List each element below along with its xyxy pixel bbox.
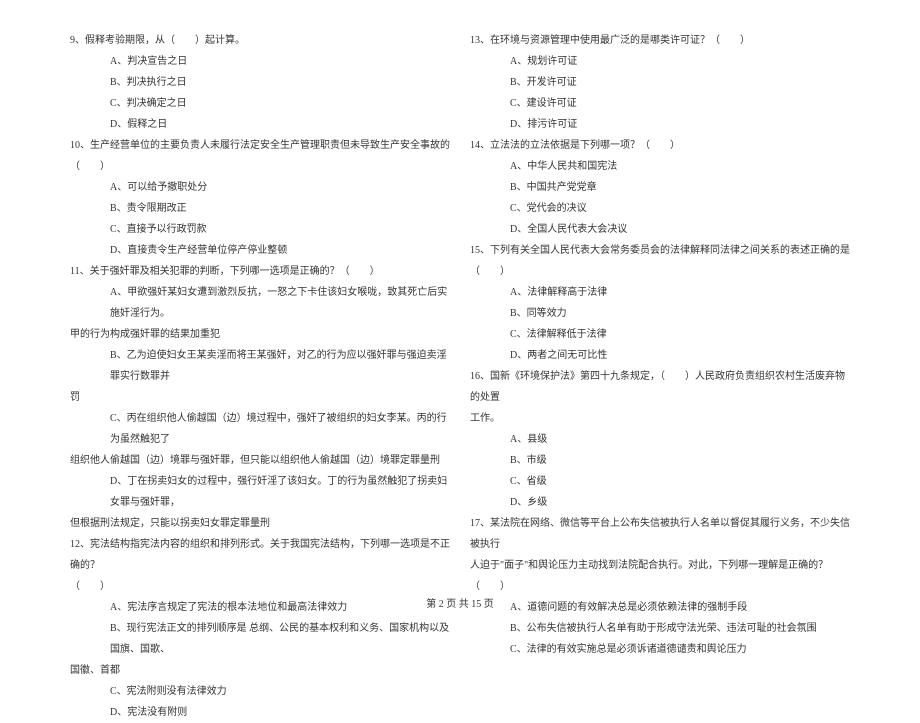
- q12-opt-a: A、宪法序言规定了宪法的根本法地位和最高法律效力: [70, 597, 450, 618]
- q11-opt-b: B、乙为迫使妇女王某卖淫而将王某强奸，对乙的行为应以强奸罪与强迫卖淫罪实行数罪并: [70, 345, 450, 387]
- q11-opt-c-cont: 组织他人偷越国（边）境罪与强奸罪，但只能以组织他人偷越国（边）境罪定罪量刑: [70, 450, 450, 471]
- right-column: 13、在环境与资源管理中使用最广泛的是哪类许可证？（ ） A、规划许可证 B、开…: [460, 30, 860, 570]
- q12-opt-c: C、宪法附则没有法律效力: [70, 681, 450, 702]
- q9-opt-c: C、判决确定之日: [70, 93, 450, 114]
- q16-opt-b: B、市级: [470, 450, 850, 471]
- page-content: 9、假释考验期限，从（ ）起计算。 A、判决宣告之日 B、判决执行之日 C、判决…: [0, 0, 920, 590]
- q9-opt-a: A、判决宣告之日: [70, 51, 450, 72]
- q17-opt-a: A、道德问题的有效解决总是必须依赖法律的强制手段: [470, 597, 850, 618]
- q13-opt-c: C、建设许可证: [470, 93, 850, 114]
- q11-opt-b-cont: 罚: [70, 387, 450, 408]
- q14-opt-c: C、党代会的决议: [470, 198, 850, 219]
- q12: 12、宪法结构指宪法内容的组织和排列形式。关于我国宪法结构，下列哪一选项是不正确…: [70, 534, 450, 576]
- q17: 17、某法院在网络、微信等平台上公布失信被执行人名单以督促其履行义务，不少失信被…: [470, 513, 850, 555]
- q13-opt-a: A、规划许可证: [470, 51, 850, 72]
- q11-opt-c: C、丙在组织他人偷越国（边）境过程中，强奸了被组织的妇女李某。丙的行为虽然触犯了: [70, 408, 450, 450]
- q16-cont: 工作。: [470, 408, 850, 429]
- q15-opt-c: C、法律解释低于法律: [470, 324, 850, 345]
- q10-opt-d: D、直接责令生产经营单位停产停业整顿: [70, 240, 450, 261]
- q15-opt-a: A、法律解释高于法律: [470, 282, 850, 303]
- q16: 16、国新《环境保护法》第四十九条规定，（ ）人民政府负责组织农村生活废弃物的处…: [470, 366, 850, 408]
- q17-cont: 人迫于"面子"和舆论压力主动找到法院配合执行。对此，下列哪一理解是正确的？（ ）: [470, 555, 850, 597]
- q12-opt-d: D、宪法没有附则: [70, 702, 450, 723]
- q16-opt-a: A、县级: [470, 429, 850, 450]
- q16-opt-c: C、省级: [470, 471, 850, 492]
- q14-opt-d: D、全国人民代表大会决议: [470, 219, 850, 240]
- q13-opt-d: D、排污许可证: [470, 114, 850, 135]
- left-column: 9、假释考验期限，从（ ）起计算。 A、判决宣告之日 B、判决执行之日 C、判决…: [60, 30, 460, 570]
- q11-opt-a: A、甲欲强奸某妇女遭到激烈反抗，一怒之下卡住该妇女喉咙，致其死亡后实施奸淫行为。: [70, 282, 450, 324]
- q14-opt-a: A、中华人民共和国宪法: [470, 156, 850, 177]
- q10-opt-a: A、可以给予撤职处分: [70, 177, 450, 198]
- q11-opt-a-cont: 甲的行为构成强奸罪的结果加重犯: [70, 324, 450, 345]
- q14-opt-b: B、中国共产党党章: [470, 177, 850, 198]
- q10-opt-c: C、直接予以行政罚款: [70, 219, 450, 240]
- q16-opt-d: D、乡级: [470, 492, 850, 513]
- q15: 15、下列有关全国人民代表大会常务委员会的法律解释同法律之间关系的表述正确的是（…: [470, 240, 850, 282]
- q13-opt-b: B、开发许可证: [470, 72, 850, 93]
- q10-opt-b: B、责令限期改正: [70, 198, 450, 219]
- q11-opt-d: D、丁在拐卖妇女的过程中，强行奸淫了该妇女。丁的行为虽然触犯了拐卖妇女罪与强奸罪…: [70, 471, 450, 513]
- q14: 14、立法法的立法依据是下列哪一项？（ ）: [470, 135, 850, 156]
- q11: 11、关于强奸罪及相关犯罪的判断，下列哪一选项是正确的？（ ）: [70, 261, 450, 282]
- q15-opt-d: D、两者之间无可比性: [470, 345, 850, 366]
- q13: 13、在环境与资源管理中使用最广泛的是哪类许可证？（ ）: [470, 30, 850, 51]
- q12-opt-b-cont: 国徽、首都: [70, 660, 450, 681]
- q9: 9、假释考验期限，从（ ）起计算。: [70, 30, 450, 51]
- q9-opt-b: B、判决执行之日: [70, 72, 450, 93]
- q15-opt-b: B、同等效力: [470, 303, 850, 324]
- q10: 10、生产经营单位的主要负责人未履行法定安全生产管理职责但未导致生产安全事故的（…: [70, 135, 450, 177]
- q12-opt-b: B、现行宪法正文的排列顺序是 总纲、公民的基本权利和义务、国家机构以及国旗、国歌…: [70, 618, 450, 660]
- q9-opt-d: D、假释之日: [70, 114, 450, 135]
- q11-opt-d-cont: 但根据刑法规定，只能以拐卖妇女罪定罪量刑: [70, 513, 450, 534]
- q12-cont: （ ）: [70, 576, 450, 597]
- q17-opt-b: B、公布失信被执行人名单有助于形成守法光荣、违法可耻的社会氛围: [470, 618, 850, 639]
